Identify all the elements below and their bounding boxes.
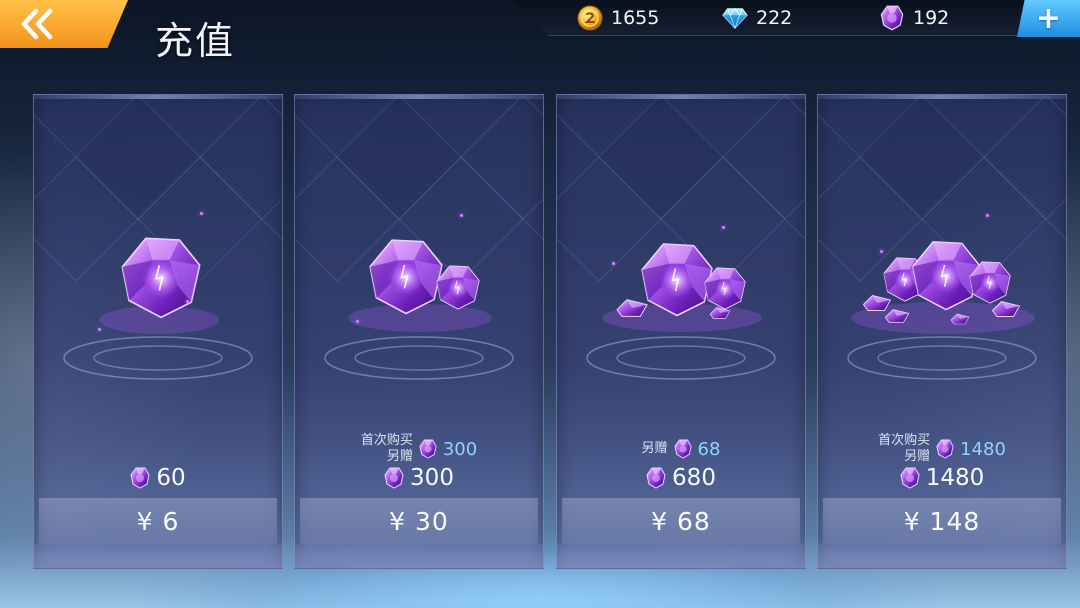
purple-crystal-icon — [646, 467, 666, 489]
price-button[interactable]: ¥ 6 — [39, 498, 277, 544]
gold-coin-icon — [577, 5, 603, 31]
bonus-label: 首次购买 另赠 — [878, 433, 930, 465]
purple-crystal-icon — [384, 467, 404, 489]
diamond-value: 222 — [756, 7, 793, 29]
price-label: ¥ 6 — [136, 506, 180, 536]
sparkle — [460, 214, 463, 217]
sparkle — [612, 262, 615, 265]
package-card-60[interactable]: 60 ¥ 6 — [33, 94, 283, 569]
card-top-edge — [34, 95, 282, 99]
sparkle — [880, 250, 883, 253]
purple-crystal-icon — [900, 467, 920, 489]
purple-crystal-icon — [879, 5, 905, 31]
plus-icon: + — [1035, 1, 1062, 36]
card-top-edge — [818, 95, 1066, 99]
crystal-amount: 680 — [557, 463, 805, 493]
sparkle — [200, 212, 203, 215]
amount-value: 60 — [156, 465, 186, 491]
sparkle — [98, 328, 101, 331]
bonus-label-extra: 另赠 — [641, 441, 668, 456]
amount-value: 680 — [672, 465, 716, 491]
sparkle — [722, 226, 725, 229]
sparkle — [356, 320, 359, 323]
package-card-300[interactable]: 首次购买 另赠 300 300 ¥ 30 — [294, 94, 544, 569]
page-title: 充值 — [155, 19, 236, 63]
add-currency-button[interactable]: + — [1017, 0, 1080, 37]
amount-value: 1480 — [925, 465, 985, 491]
bonus-value: 300 — [442, 438, 478, 460]
card-top-edge — [557, 95, 805, 99]
coin-balance: 1655 — [577, 0, 659, 36]
price-button[interactable]: ¥ 148 — [823, 498, 1061, 544]
bonus-value: 68 — [697, 438, 721, 460]
pedestal-ring — [847, 336, 1037, 380]
card-footer — [818, 544, 1066, 568]
purple-crystal-icon — [936, 439, 954, 459]
sparkle — [186, 300, 189, 303]
crystal-amount: 1480 — [818, 463, 1066, 493]
price-label: ¥ 68 — [651, 506, 711, 536]
package-card-1480[interactable]: 首次购买 另赠 1480 1480 ¥ 148 — [817, 94, 1067, 569]
bonus-label: 另赠 — [642, 441, 668, 457]
purple-crystal-icon — [674, 439, 692, 459]
pedestal-ring — [63, 336, 253, 380]
coin-value: 1655 — [611, 7, 660, 29]
crystal-value: 192 — [913, 7, 950, 29]
bonus-label-first: 首次购买 — [360, 433, 413, 448]
purple-crystal-icon — [419, 439, 437, 459]
pedestal-ring — [586, 336, 776, 380]
bonus-label: 首次购买 另赠 — [361, 433, 413, 465]
bonus-label-first: 首次购买 — [878, 433, 931, 448]
amount-value: 300 — [410, 465, 454, 491]
card-footer — [557, 544, 805, 568]
card-footer — [34, 544, 282, 568]
price-button[interactable]: ¥ 68 — [562, 498, 800, 544]
price-label: ¥ 30 — [389, 506, 449, 536]
sparkle — [986, 214, 989, 217]
purple-crystal-icon — [130, 467, 150, 489]
crystal-amount: 60 — [34, 463, 282, 493]
bonus-value: 1480 — [960, 438, 1006, 460]
crystal-balance: 192 — [879, 0, 949, 36]
pedestal-ring — [324, 336, 514, 380]
price-button[interactable]: ¥ 30 — [300, 498, 538, 544]
double-chevron-left-icon — [21, 8, 53, 40]
package-card-680[interactable]: 另赠 68 680 ¥ 68 — [556, 94, 806, 569]
price-label: ¥ 148 — [903, 506, 981, 536]
back-button[interactable] — [0, 0, 128, 48]
card-top-edge — [295, 95, 543, 99]
blue-diamond-icon — [722, 7, 748, 30]
card-footer — [295, 544, 543, 568]
diamond-balance: 222 — [722, 0, 792, 36]
crystal-amount: 300 — [295, 463, 543, 493]
